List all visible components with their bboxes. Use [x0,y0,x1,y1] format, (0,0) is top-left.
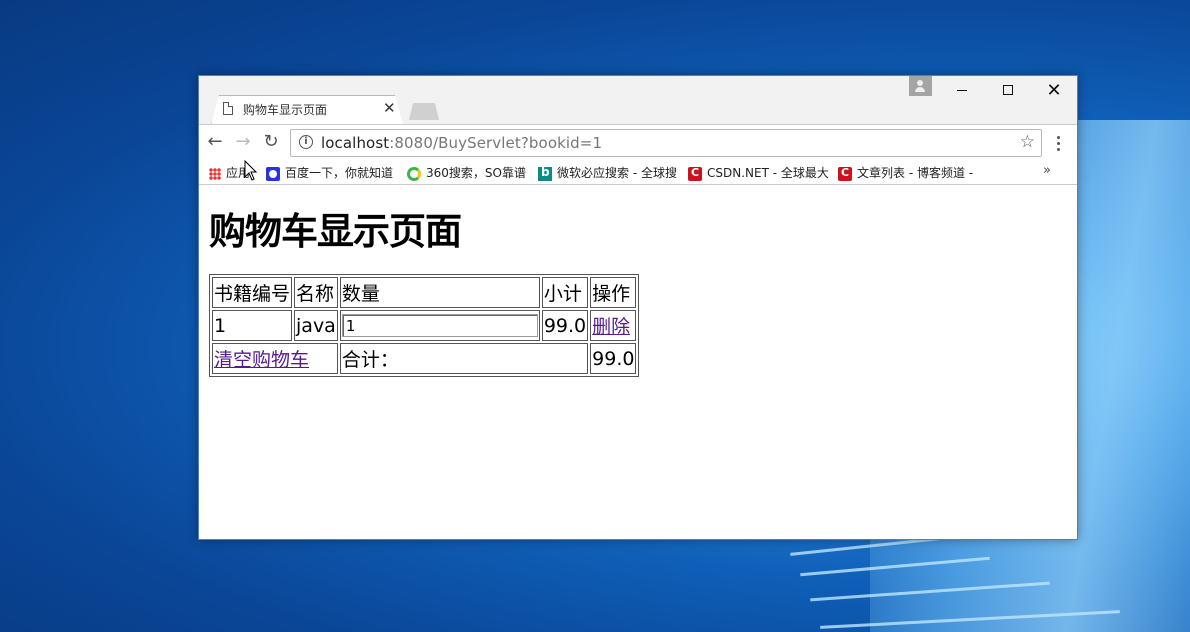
table-header-row: 书籍编号 名称 数量 小计 操作 [212,277,637,308]
table-row: 1 java 99.0 删除 [212,310,637,341]
header-action: 操作 [590,277,637,308]
csdn-icon [838,166,852,181]
close-window-button[interactable]: ✕ [1031,76,1077,106]
cell-action: 删除 [590,310,637,341]
maximize-icon [1003,85,1013,95]
info-icon[interactable]: i [299,135,313,149]
page-icon [223,102,233,115]
profile-icon[interactable] [909,76,932,96]
tab-strip: 购物车显示页面 ✕ ✕ [199,76,1077,125]
browser-window: 购物车显示页面 ✕ ✕ ← → ↻ i localhost:8080/BuySe… [198,75,1078,540]
desktop-light-lines [790,530,1190,632]
tab-title: 购物车显示页面 [243,103,328,117]
bookmark-star-icon[interactable]: ☆ [1020,132,1035,152]
bookmark-label: 微软必应搜索 - 全球搜 [557,166,677,180]
header-name: 名称 [294,277,338,308]
bookmark-articles[interactable]: 文章列表 - 博客频道 - [838,164,974,181]
mouse-cursor-icon [244,160,258,181]
bookmark-label: CSDN.NET - 全球最大 [707,166,829,180]
header-subtotal: 小计 [541,277,589,308]
bookmarks-more-icon[interactable]: » [1043,163,1051,178]
address-bar[interactable]: i localhost:8080/BuyServlet?bookid=1 ☆ [290,129,1042,157]
total-value: 99.0 [590,343,637,374]
reload-icon[interactable]: ↻ [260,130,282,154]
forward-arrow-icon[interactable]: → [232,130,254,154]
cart-table: 书籍编号 名称 数量 小计 操作 1 java 99.0 删除 清空购物车 合计… [209,274,640,377]
bookmarks-bar: 应用 百度一下，你就知道 360搜索，SO靠谱 微软必应搜索 - 全球搜 CSD… [199,160,1077,185]
page-content: 购物车显示页面 书籍编号 名称 数量 小计 操作 1 java 99.0 删除 … [199,185,1077,539]
clear-cart-link[interactable]: 清空购物车 [214,349,309,371]
bookmark-label: 360搜索，SO靠谱 [426,166,526,180]
total-label: 合计： [339,343,589,374]
minimize-button[interactable] [939,76,985,106]
csdn-icon [688,166,702,181]
delete-link[interactable]: 删除 [592,316,630,338]
bookmark-bing[interactable]: 微软必应搜索 - 全球搜 [538,164,677,181]
baidu-icon [266,166,280,181]
tab-active[interactable]: 购物车显示页面 ✕ [211,95,403,124]
header-book-id: 书籍编号 [212,277,293,308]
360-icon [407,166,421,181]
bing-icon [538,165,552,181]
cell-clear: 清空购物车 [212,343,338,374]
minimize-icon [957,90,967,91]
url-path: :8080/BuyServlet?bookid=1 [389,134,603,152]
back-arrow-icon[interactable]: ← [204,130,226,154]
apps-icon [209,167,221,180]
cell-quantity [339,310,540,341]
quantity-input[interactable] [341,314,538,338]
menu-icon[interactable] [1053,131,1063,155]
bookmark-label: 文章列表 - 博客频道 - [857,166,974,180]
bookmark-360[interactable]: 360搜索，SO靠谱 [407,164,526,181]
bookmark-csdn[interactable]: CSDN.NET - 全球最大 [688,164,829,181]
toolbar: ← → ↻ i localhost:8080/BuyServlet?bookid… [199,124,1077,160]
page-title: 购物车显示页面 [209,210,462,253]
cell-subtotal: 99.0 [541,310,589,341]
maximize-button[interactable] [985,76,1031,106]
tab-close-icon[interactable]: ✕ [383,99,396,117]
header-quantity: 数量 [339,277,540,308]
new-tab-button[interactable] [409,103,439,120]
url-text[interactable]: localhost:8080/BuyServlet?bookid=1 [321,134,602,152]
bookmark-label: 百度一下，你就知道 [285,166,394,180]
table-footer-row: 清空购物车 合计： 99.0 [212,343,637,374]
cell-book-id: 1 [212,310,293,341]
url-host: localhost [321,134,390,152]
cell-name: java [294,310,338,341]
bookmark-baidu[interactable]: 百度一下，你就知道 [266,164,394,181]
